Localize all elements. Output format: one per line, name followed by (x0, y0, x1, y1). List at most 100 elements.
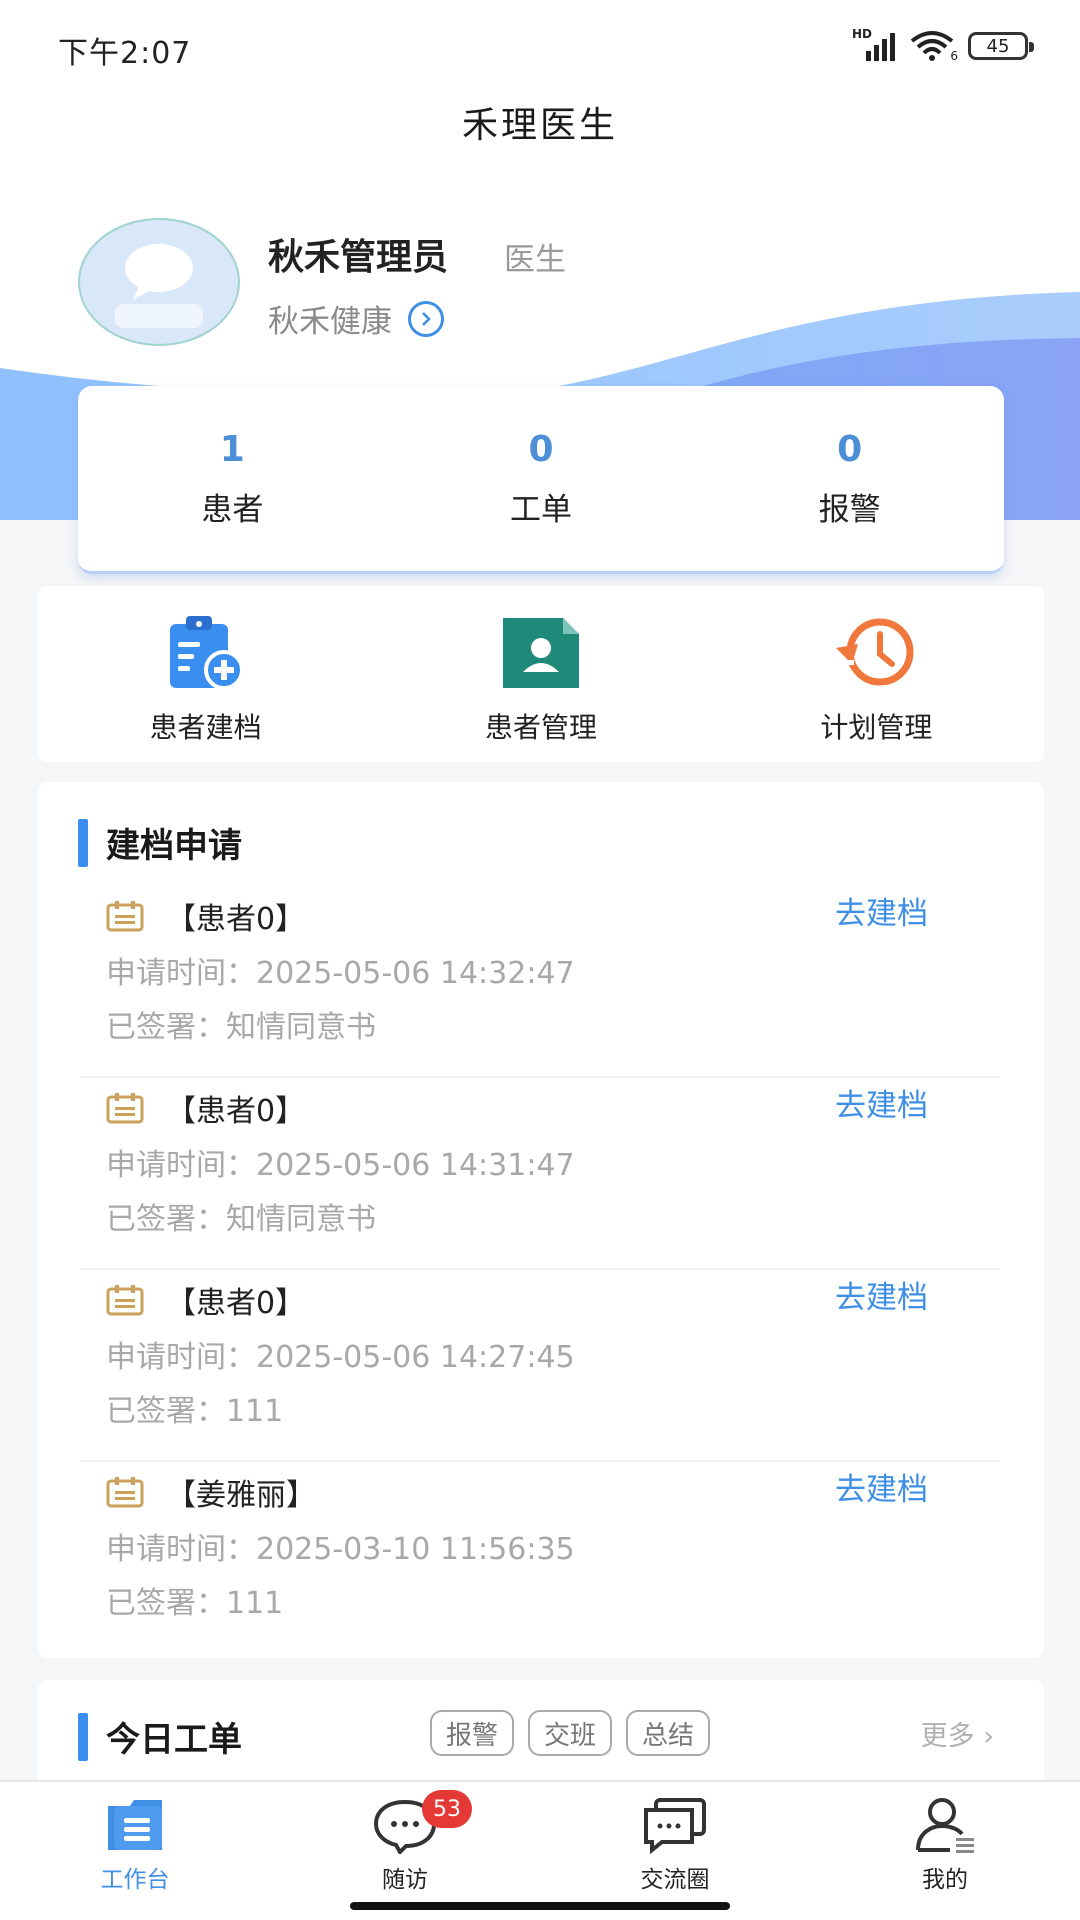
user-name: 秋禾管理员 (268, 237, 449, 278)
chat-stack-icon (644, 1798, 706, 1854)
section-header: 今日工单 (78, 1712, 242, 1761)
quick-menu: 患者建档 患者管理 计划管理 (38, 586, 1044, 762)
signed-value: 知情同意书 (226, 1202, 376, 1237)
nav-community[interactable]: 交流圈 (540, 1782, 810, 1920)
more-link[interactable]: 更多 › (921, 1714, 994, 1753)
bottom-nav: 工作台 53 随访 交流圈 我的 (0, 1780, 1080, 1920)
clipboard-add-icon (169, 616, 244, 690)
req-head: 【患者0】 (106, 1086, 305, 1130)
work-order-filter-tags: 报警 交班 总结 (430, 1710, 711, 1756)
quick-item-patient-management[interactable]: 患者管理 (373, 586, 708, 762)
list-item[interactable]: 【患者0】 去建档 申请时间：2025-05-06 14:32:47 已签署：知… (80, 886, 1000, 1078)
calendar-icon (106, 1285, 144, 1316)
list-item[interactable]: 【患者0】 去建档 申请时间：2025-05-06 14:31:47 已签署：知… (80, 1078, 1000, 1270)
calendar-icon (106, 1093, 144, 1124)
nav-follow-up[interactable]: 53 随访 (270, 1782, 540, 1920)
calendar-icon (106, 901, 144, 932)
stat-value: 0 (837, 428, 863, 470)
apply-time-label: 申请时间： (106, 1532, 256, 1567)
archive-application-card: 建档申请 【患者0】 去建档 申请时间：2025-05-06 14:32:47 … (38, 782, 1044, 1658)
signed-value: 知情同意书 (226, 1010, 376, 1045)
apply-time-value: 2025-05-06 14:27:45 (256, 1340, 575, 1375)
section-accent-bar (78, 818, 88, 867)
app-title: 禾理医生 (461, 105, 618, 146)
battery-icon: 45 (968, 32, 1034, 60)
nav-mine[interactable]: 我的 (810, 1782, 1080, 1920)
chevron-right-circle-icon[interactable] (408, 300, 444, 337)
signed-label: 已签署： (106, 1010, 226, 1045)
signed-label: 已签署： (106, 1394, 226, 1429)
nav-label: 工作台 (100, 1867, 170, 1893)
create-archive-button[interactable]: 去建档 (835, 1080, 928, 1125)
organization-row[interactable]: 秋禾健康 (268, 296, 444, 341)
req-head: 【患者0】 (106, 1278, 305, 1322)
quick-item-label: 患者建档 (149, 711, 262, 744)
clock-history-icon (836, 618, 914, 686)
user-role: 医生 (504, 242, 566, 278)
stat-patients[interactable]: 1 患者 (78, 386, 387, 571)
patient-name: 【姜雅丽】 (166, 1478, 316, 1513)
signed-value: 111 (226, 1394, 284, 1429)
signal-icon: HD (852, 27, 900, 63)
list-item[interactable]: 【姜雅丽】 去建档 申请时间：2025-03-10 11:56:35 已签署：1… (80, 1462, 1000, 1654)
signed-line: 已签署：知情同意书 (106, 1194, 376, 1238)
create-archive-button[interactable]: 去建档 (835, 1464, 928, 1509)
signed-line: 已签署：知情同意书 (106, 1002, 376, 1046)
nav-label: 我的 (922, 1867, 968, 1893)
organization-name: 秋禾健康 (268, 304, 392, 340)
calendar-icon (106, 1477, 144, 1508)
quick-item-label: 计划管理 (820, 711, 933, 744)
signed-line: 已签署：111 (106, 1578, 283, 1622)
apply-time-label: 申请时间： (106, 1340, 256, 1375)
status-time: 下午2:07 (58, 36, 192, 71)
create-archive-button[interactable]: 去建档 (835, 888, 928, 933)
apply-time-label: 申请时间： (106, 956, 256, 991)
apply-time-line: 申请时间：2025-05-06 14:31:47 (106, 1140, 575, 1184)
apply-time-line: 申请时间：2025-05-06 14:32:47 (106, 948, 575, 992)
section-accent-bar (78, 1712, 88, 1761)
section-title: 建档申请 (106, 826, 242, 866)
apply-time-value: 2025-03-10 11:56:35 (256, 1532, 575, 1567)
patient-file-icon (502, 618, 579, 688)
wifi-icon: 6 (910, 29, 958, 63)
stat-work-orders[interactable]: 0 工单 (387, 386, 696, 571)
status-icons: HD 6 45 (852, 27, 1034, 64)
stat-alarms[interactable]: 0 报警 (695, 386, 1004, 571)
list-item[interactable]: 【患者0】 去建档 申请时间：2025-05-06 14:27:45 已签署：1… (80, 1270, 1000, 1462)
chevron-right-icon: › (983, 1721, 994, 1752)
stat-label: 工单 (510, 491, 572, 528)
stat-label: 患者 (201, 491, 264, 528)
nav-label: 随访 (382, 1867, 428, 1893)
stats-card: 1 患者 0 工单 0 报警 (78, 386, 1004, 574)
apply-time-line: 申请时间：2025-03-10 11:56:35 (106, 1524, 575, 1568)
wifi-label: 6 (950, 49, 958, 63)
nav-workbench[interactable]: 工作台 (0, 1782, 270, 1920)
signed-line: 已签署：111 (106, 1386, 283, 1430)
network-label: HD (852, 27, 873, 41)
patient-name: 【患者0】 (166, 902, 306, 937)
section-header: 建档申请 (78, 818, 242, 867)
status-bar: 下午2:07 HD 6 45 (0, 0, 1080, 92)
patient-name: 【患者0】 (166, 1286, 306, 1321)
avatar[interactable] (78, 218, 240, 346)
home-indicator[interactable] (350, 1902, 730, 1910)
stat-value: 1 (219, 428, 245, 470)
signed-label: 已签署： (106, 1202, 226, 1237)
quick-item-label: 患者管理 (484, 711, 597, 744)
stat-label: 报警 (818, 491, 881, 528)
apply-time-value: 2025-05-06 14:32:47 (256, 956, 575, 991)
nav-label: 交流圈 (640, 1867, 710, 1893)
more-label: 更多 (920, 1721, 975, 1752)
section-title: 今日工单 (106, 1720, 242, 1760)
create-archive-button[interactable]: 去建档 (835, 1272, 928, 1317)
tag-alarm[interactable]: 报警 (430, 1710, 515, 1756)
workbench-icon (108, 1800, 162, 1850)
quick-item-patient-archive[interactable]: 患者建档 (38, 586, 373, 762)
req-head: 【姜雅丽】 (106, 1470, 316, 1514)
tag-handover[interactable]: 交班 (528, 1710, 613, 1756)
patient-name: 【患者0】 (166, 1094, 306, 1129)
quick-item-plan-management[interactable]: 计划管理 (709, 586, 1044, 762)
tag-summary[interactable]: 总结 (626, 1710, 711, 1756)
unread-badge: 53 (422, 1790, 472, 1828)
signed-value: 111 (226, 1586, 284, 1621)
